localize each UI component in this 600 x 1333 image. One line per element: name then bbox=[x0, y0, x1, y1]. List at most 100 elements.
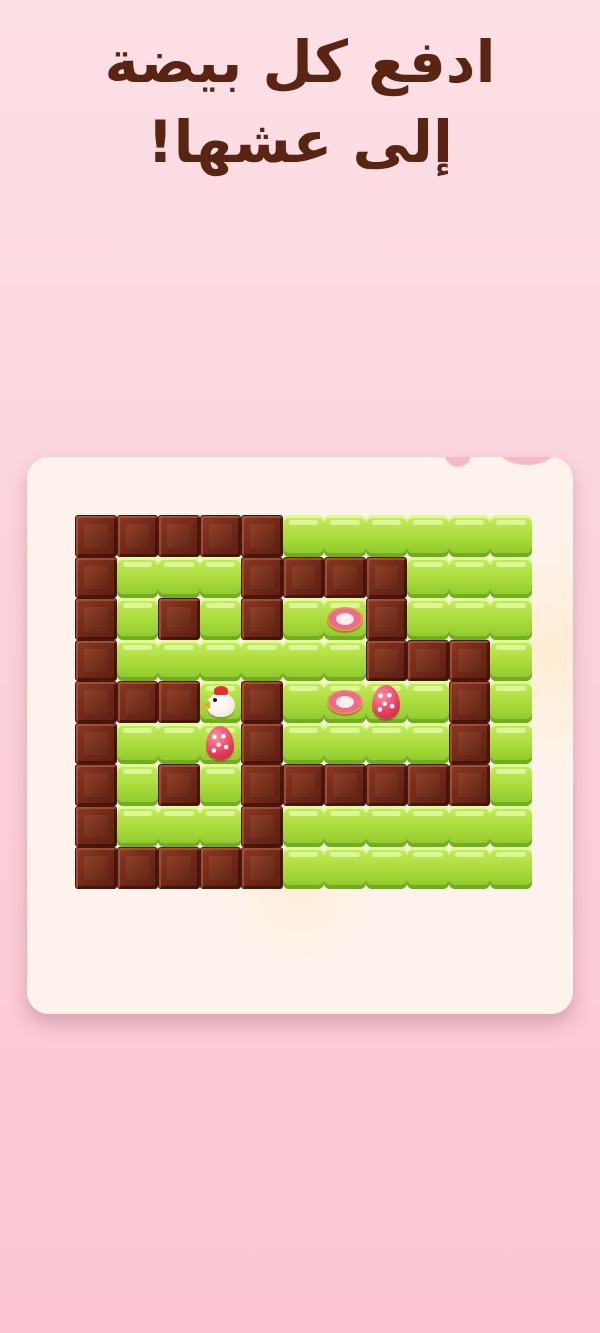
chicken-eye bbox=[213, 697, 218, 702]
floor-tile[interactable] bbox=[490, 722, 532, 764]
floor-tile[interactable] bbox=[490, 515, 532, 557]
floor-tile[interactable] bbox=[448, 598, 490, 640]
wall-tile bbox=[199, 847, 241, 889]
floor-tile[interactable] bbox=[407, 681, 449, 723]
floor-tile[interactable] bbox=[490, 681, 532, 723]
floor-tile[interactable] bbox=[324, 722, 366, 764]
wall-tile bbox=[75, 515, 117, 557]
game-panel bbox=[27, 457, 573, 1014]
floor-tile[interactable] bbox=[282, 598, 324, 640]
floor-tile[interactable] bbox=[324, 681, 366, 723]
wall-tile bbox=[282, 556, 324, 598]
chicken-comb bbox=[214, 685, 229, 695]
floor-tile[interactable] bbox=[199, 764, 241, 806]
floor-tile[interactable] bbox=[282, 515, 324, 557]
floor-tile[interactable] bbox=[199, 556, 241, 598]
floor-tile[interactable] bbox=[116, 805, 158, 847]
floor-tile[interactable] bbox=[199, 805, 241, 847]
floor-tile[interactable] bbox=[324, 805, 366, 847]
nest-icon bbox=[326, 689, 363, 714]
egg-icon[interactable] bbox=[372, 684, 401, 719]
floor-tile[interactable] bbox=[199, 722, 241, 764]
wall-tile bbox=[365, 556, 407, 598]
wall-tile bbox=[407, 764, 449, 806]
floor-tile[interactable] bbox=[116, 598, 158, 640]
floor-tile[interactable] bbox=[282, 722, 324, 764]
floor-tile[interactable] bbox=[448, 556, 490, 598]
floor-tile[interactable] bbox=[448, 805, 490, 847]
wall-tile bbox=[241, 681, 283, 723]
wall-tile bbox=[158, 764, 200, 806]
floor-tile[interactable] bbox=[365, 805, 407, 847]
instruction-line-2: إلى عشها! bbox=[147, 108, 453, 176]
wall-tile bbox=[241, 598, 283, 640]
wall-tile bbox=[158, 847, 200, 889]
floor-tile[interactable] bbox=[158, 639, 200, 681]
floor-tile[interactable] bbox=[324, 515, 366, 557]
wall-tile bbox=[158, 515, 200, 557]
wall-tile bbox=[158, 681, 200, 723]
wall-tile bbox=[448, 681, 490, 723]
wall-tile bbox=[365, 764, 407, 806]
wall-tile bbox=[407, 639, 449, 681]
wall-tile bbox=[324, 764, 366, 806]
floor-tile[interactable] bbox=[282, 639, 324, 681]
floor-tile[interactable] bbox=[490, 847, 532, 889]
egg-icon[interactable] bbox=[206, 726, 235, 761]
wall-tile bbox=[241, 764, 283, 806]
floor-tile[interactable] bbox=[365, 722, 407, 764]
instruction-line-1: ادفع كل بيضة bbox=[104, 28, 496, 96]
floor-tile[interactable] bbox=[116, 639, 158, 681]
floor-tile[interactable] bbox=[407, 847, 449, 889]
wall-tile bbox=[365, 639, 407, 681]
floor-tile[interactable] bbox=[158, 722, 200, 764]
floor-tile[interactable] bbox=[158, 805, 200, 847]
floor-tile[interactable] bbox=[407, 556, 449, 598]
floor-tile[interactable] bbox=[116, 722, 158, 764]
floor-tile[interactable] bbox=[490, 556, 532, 598]
floor-tile[interactable] bbox=[199, 681, 241, 723]
wall-tile bbox=[75, 805, 117, 847]
floor-tile[interactable] bbox=[158, 556, 200, 598]
chicken-body bbox=[207, 692, 236, 717]
wall-tile bbox=[241, 722, 283, 764]
floor-tile[interactable] bbox=[116, 764, 158, 806]
floor-tile[interactable] bbox=[324, 598, 366, 640]
floor-tile[interactable] bbox=[365, 681, 407, 723]
wall-tile bbox=[241, 556, 283, 598]
floor-tile[interactable] bbox=[199, 598, 241, 640]
floor-tile[interactable] bbox=[365, 847, 407, 889]
floor-tile[interactable] bbox=[324, 639, 366, 681]
floor-tile[interactable] bbox=[490, 805, 532, 847]
floor-tile[interactable] bbox=[324, 847, 366, 889]
floor-tile[interactable] bbox=[448, 515, 490, 557]
floor-tile[interactable] bbox=[365, 515, 407, 557]
wall-tile bbox=[75, 598, 117, 640]
floor-tile[interactable] bbox=[490, 639, 532, 681]
wall-tile bbox=[241, 805, 283, 847]
game-board[interactable] bbox=[75, 515, 532, 889]
nest-icon bbox=[326, 606, 363, 631]
floor-tile[interactable] bbox=[282, 847, 324, 889]
wall-tile bbox=[365, 598, 407, 640]
floor-tile[interactable] bbox=[241, 639, 283, 681]
floor-tile[interactable] bbox=[282, 681, 324, 723]
floor-tile[interactable] bbox=[490, 764, 532, 806]
floor-tile[interactable] bbox=[282, 805, 324, 847]
wall-tile bbox=[158, 598, 200, 640]
floor-tile[interactable] bbox=[407, 722, 449, 764]
wall-tile bbox=[199, 515, 241, 557]
floor-tile[interactable] bbox=[116, 556, 158, 598]
floor-tile[interactable] bbox=[407, 598, 449, 640]
wall-tile bbox=[75, 847, 117, 889]
chicken-icon[interactable] bbox=[202, 683, 238, 721]
floor-tile[interactable] bbox=[407, 515, 449, 557]
wall-tile bbox=[282, 764, 324, 806]
wall-tile bbox=[75, 556, 117, 598]
chicken-beak bbox=[202, 700, 211, 709]
floor-tile[interactable] bbox=[199, 639, 241, 681]
floor-tile[interactable] bbox=[407, 805, 449, 847]
floor-tile[interactable] bbox=[448, 847, 490, 889]
floor-tile[interactable] bbox=[490, 598, 532, 640]
wall-tile bbox=[116, 847, 158, 889]
